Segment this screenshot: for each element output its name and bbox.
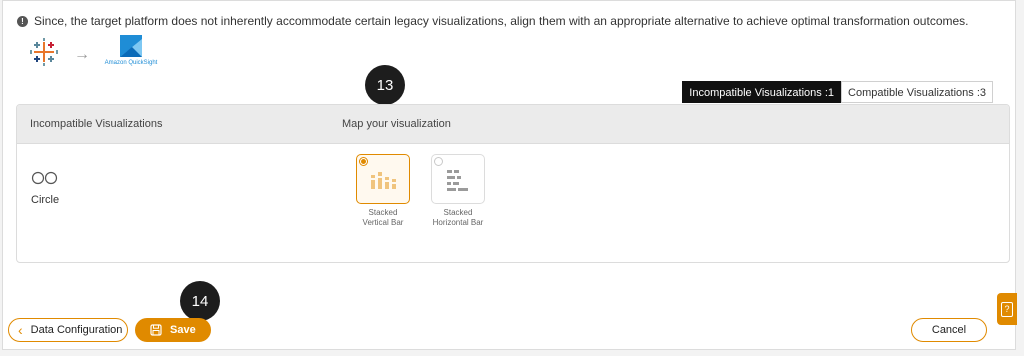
data-configuration-button[interactable]: ‹ Data Configuration bbox=[8, 318, 128, 342]
arrow-right-icon: → bbox=[74, 46, 90, 63]
quicksight-caption: Amazon QuickSight bbox=[104, 60, 158, 66]
option-stacked-vertical-bar[interactable]: Stacked Vertical Bar bbox=[356, 154, 410, 228]
radio-selected[interactable] bbox=[359, 157, 368, 166]
quicksight-icon bbox=[120, 35, 142, 57]
help-question-icon: ? bbox=[1001, 301, 1013, 317]
circle-icon bbox=[31, 171, 58, 185]
amazon-quicksight-logo: Amazon QuickSight bbox=[101, 35, 161, 66]
option-label: Stacked Horizontal Bar bbox=[432, 208, 484, 227]
tab-compatible-visualizations[interactable]: Compatible Visualizations :3 bbox=[841, 81, 993, 103]
chevron-left-icon: ‹ bbox=[18, 322, 23, 338]
option-stacked-horizontal-bar[interactable]: Stacked Horizontal Bar bbox=[431, 154, 485, 228]
option-card[interactable] bbox=[431, 154, 485, 204]
visualization-tabs: Incompatible Visualizations :1 Compatibl… bbox=[682, 81, 993, 103]
info-circle-icon: ! bbox=[17, 15, 28, 27]
mapping-table: Incompatible Visualizations Map your vis… bbox=[16, 104, 1010, 263]
table-header: Incompatible Visualizations Map your vis… bbox=[17, 105, 1009, 144]
header-map-visualization: Map your visualization bbox=[342, 118, 451, 130]
help-side-tab[interactable]: ? bbox=[997, 293, 1017, 325]
tab-incompatible-visualizations[interactable]: Incompatible Visualizations :1 bbox=[682, 81, 842, 103]
visualization-name: Circle bbox=[31, 194, 60, 206]
info-notice: ! Since, the target platform does not in… bbox=[17, 14, 969, 28]
radio-unselected[interactable] bbox=[434, 157, 443, 166]
tableau-logo bbox=[30, 38, 58, 66]
header-incompatible-visualizations: Incompatible Visualizations bbox=[30, 118, 163, 130]
save-button[interactable]: Save bbox=[135, 318, 211, 342]
cancel-button[interactable]: Cancel bbox=[911, 318, 987, 342]
option-label: Stacked Vertical Bar bbox=[362, 208, 404, 227]
option-card[interactable] bbox=[356, 154, 410, 204]
step-callout-13: 13 bbox=[365, 65, 405, 105]
save-icon bbox=[150, 324, 162, 336]
main-panel: ! Since, the target platform does not in… bbox=[2, 0, 1016, 350]
step-callout-14: 14 bbox=[180, 281, 220, 321]
info-notice-text: Since, the target platform does not inhe… bbox=[34, 14, 969, 28]
